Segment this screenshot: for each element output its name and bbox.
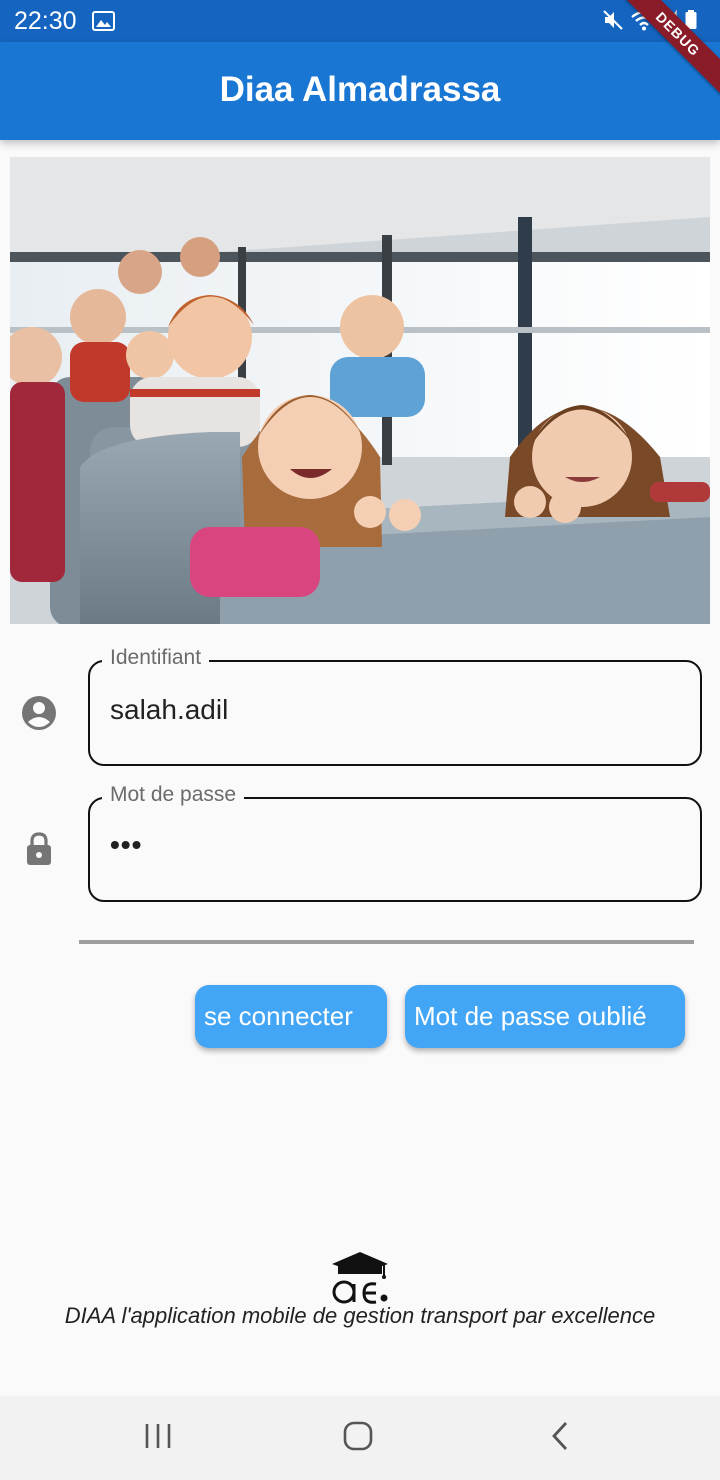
forgot-password-button[interactable]: Mot de passe oublié [405, 985, 685, 1048]
app-title: Diaa Almadrassa [219, 70, 501, 109]
recent-apps-icon[interactable] [143, 1420, 173, 1452]
form-divider [79, 940, 694, 944]
username-field[interactable]: Identifiant salah.adil [88, 646, 702, 766]
hero-image [10, 157, 710, 624]
username-label: Identifiant [102, 646, 210, 670]
login-button[interactable]: se connecter [195, 985, 387, 1048]
password-field[interactable]: Mot de passe ••• [88, 783, 702, 902]
status-bar: 22:30 [0, 0, 720, 42]
home-icon[interactable] [342, 1420, 374, 1452]
navigation-bar [0, 1396, 720, 1480]
back-icon[interactable] [548, 1420, 572, 1452]
password-value: ••• [110, 829, 143, 860]
account-circle-icon [22, 696, 56, 730]
footer-tagline: DIAA l'application mobile de gestion tra… [64, 1303, 656, 1328]
username-value: salah.adil [110, 694, 229, 725]
lock-icon [27, 832, 51, 865]
mute-icon [603, 10, 623, 30]
graduation-cap-logo [332, 1252, 388, 1304]
password-label: Mot de passe [102, 783, 245, 807]
status-time: 22:30 [14, 7, 77, 35]
gallery-icon [92, 11, 115, 31]
app-bar: Diaa Almadrassa [0, 42, 720, 140]
